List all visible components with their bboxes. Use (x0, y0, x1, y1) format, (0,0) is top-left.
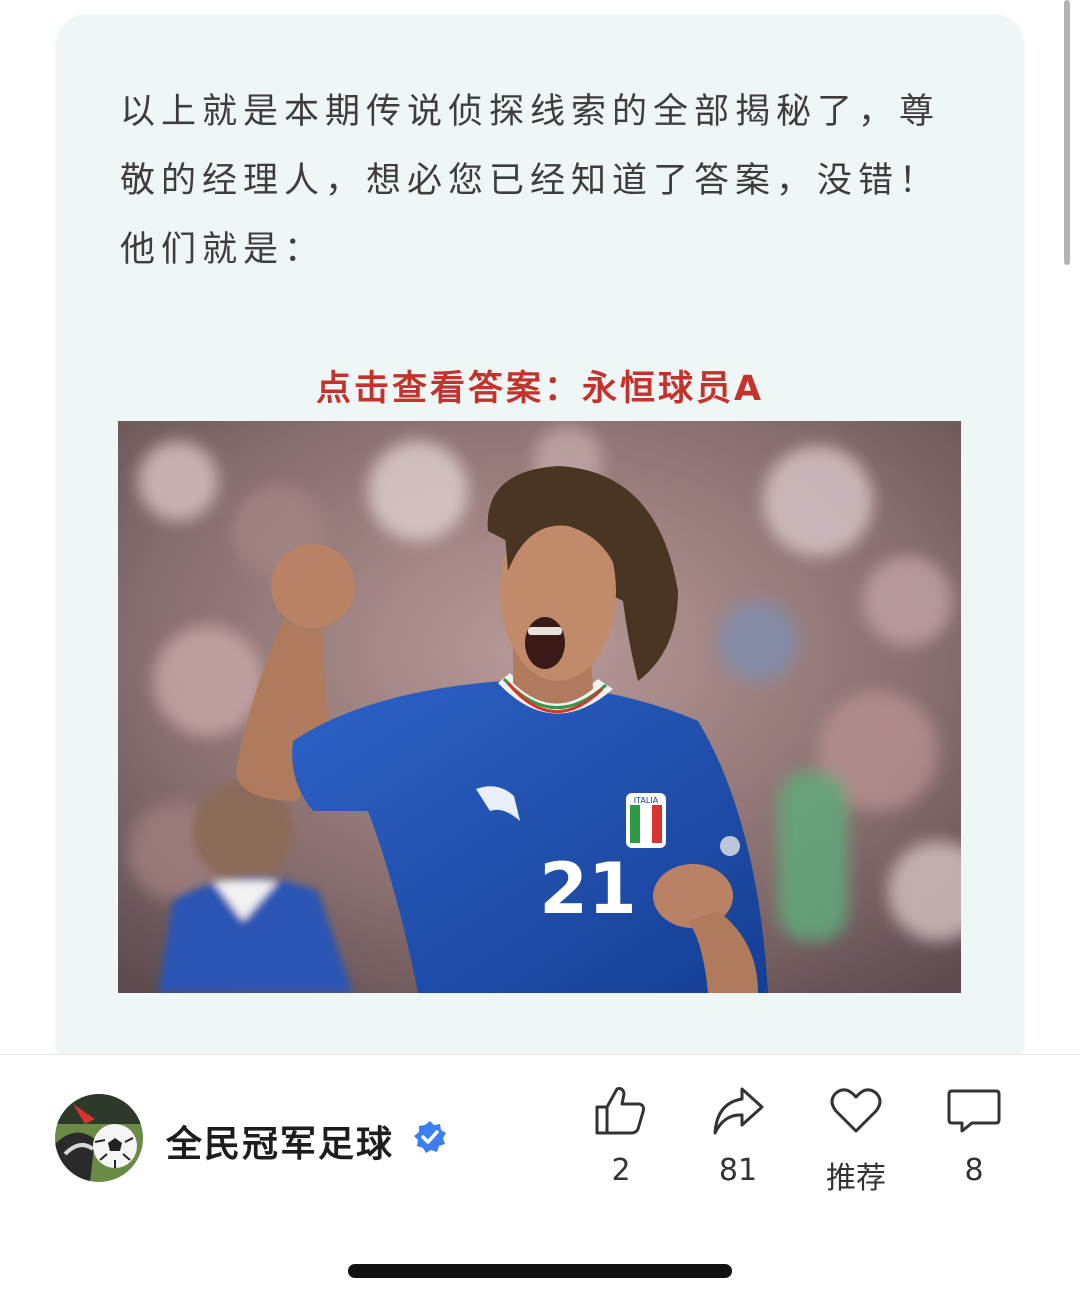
player-photo[interactable]: ITALIA 21 (118, 421, 961, 993)
thumbs-up-icon (595, 1087, 645, 1135)
like-button[interactable]: 2 (566, 1083, 676, 1203)
author-avatar[interactable] (55, 1094, 143, 1182)
home-indicator[interactable] (348, 1264, 732, 1278)
comment-button[interactable]: 8 (919, 1083, 1029, 1203)
player-photo-illustration: ITALIA 21 (118, 421, 961, 993)
recommend-button[interactable]: 推荐 (801, 1083, 911, 1203)
author-name[interactable]: 全民冠军足球 (166, 1115, 394, 1167)
recommend-label: 推荐 (826, 1161, 886, 1196)
share-button[interactable]: 81 (683, 1083, 793, 1203)
badge-text: ITALIA (634, 796, 659, 805)
article-paragraph: 以上就是本期传说侦探线索的全部揭秘了，尊敬的经理人，想必您已经知道了答案，没错！… (120, 92, 941, 270)
article-page: 以上就是本期传说侦探线索的全部揭秘了，尊敬的经理人，想必您已经知道了答案，没错！… (0, 0, 1080, 1300)
like-count: 2 (611, 1153, 631, 1188)
comment-bubble-icon (947, 1089, 1001, 1133)
comment-count: 8 (964, 1153, 984, 1188)
jersey-number: 21 (539, 848, 636, 930)
scrollbar[interactable] (1064, 0, 1070, 265)
soccer-ball-icon (55, 1094, 143, 1182)
verified-badge-icon (414, 1121, 446, 1153)
share-count: 81 (718, 1153, 758, 1188)
share-arrow-icon (713, 1087, 764, 1135)
answer-link[interactable]: 点击查看答案：永恒球员A (0, 360, 1080, 411)
heart-icon (830, 1088, 882, 1133)
